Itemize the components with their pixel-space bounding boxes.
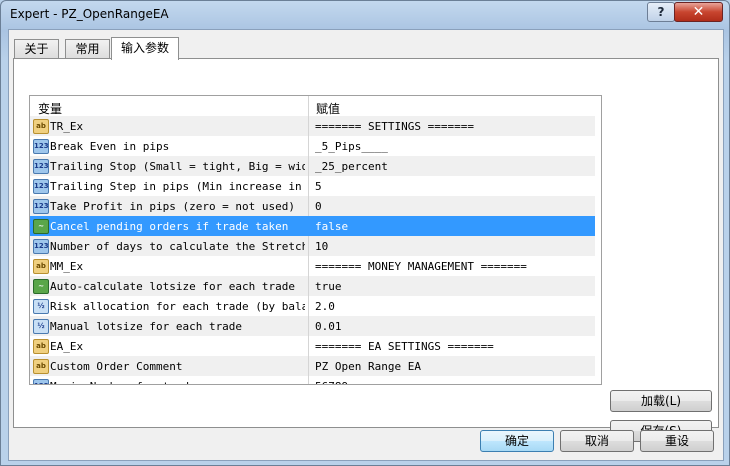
parameter-name: Auto-calculate lotsize for each trade bbox=[50, 280, 296, 293]
parameter-name: Magic Number for trades bbox=[50, 380, 305, 384]
load-button[interactable]: 加载(L) bbox=[610, 390, 712, 412]
cancel-button[interactable]: 取消 bbox=[560, 430, 634, 452]
parameter-value[interactable]: ======= SETTINGS ======= bbox=[315, 120, 474, 133]
grid-header: 变量 赋值 bbox=[30, 96, 601, 116]
ok-button[interactable]: 确定 bbox=[480, 430, 554, 452]
tab-common[interactable]: 常用 bbox=[65, 39, 110, 59]
table-row[interactable]: ab MM_Ex ======= MONEY MANAGEMENT ======= bbox=[30, 256, 595, 276]
column-separator bbox=[308, 276, 309, 296]
parameter-value[interactable]: 10 bbox=[315, 240, 328, 253]
parameter-value[interactable]: _25_percent bbox=[315, 160, 388, 173]
integer-icon: 123 bbox=[33, 179, 49, 194]
table-row[interactable]: ~ Auto-calculate lotsize for each trade tr… bbox=[30, 276, 595, 296]
double-icon: ½ bbox=[33, 299, 49, 314]
parameter-name: Take Profit in pips (zero = not used) bbox=[50, 200, 296, 213]
window-title: Expert - PZ_OpenRangeEA bbox=[10, 7, 169, 21]
parameter-name: MM_Ex bbox=[50, 260, 84, 273]
tab-about[interactable]: 关于 bbox=[14, 39, 59, 59]
parameter-value[interactable]: false bbox=[315, 220, 348, 233]
double-icon: ½ bbox=[33, 319, 49, 334]
help-button[interactable]: ? bbox=[647, 2, 675, 22]
parameter-name: Cancel pending orders if trade taken bbox=[50, 220, 289, 233]
expert-properties-window: Expert - PZ_OpenRangeEA ? ✕ 关于 常用 输入参数 变… bbox=[0, 0, 730, 466]
integer-icon: 123 bbox=[33, 139, 49, 154]
parameter-name: Trailing Step in pips (Min increase in S… bbox=[50, 180, 305, 193]
table-row[interactable]: ab TR_Ex ======= SETTINGS ======= bbox=[30, 116, 595, 136]
parameter-value[interactable]: _5_Pips____ bbox=[315, 140, 388, 153]
table-row[interactable]: ab EA_Ex ======= EA SETTINGS ======= bbox=[30, 336, 595, 356]
parameter-value[interactable]: 0 bbox=[315, 200, 322, 213]
column-separator bbox=[308, 236, 309, 256]
column-separator bbox=[308, 376, 309, 384]
boolean-icon: ~ bbox=[33, 279, 49, 294]
column-separator bbox=[308, 256, 309, 276]
title-bar[interactable]: Expert - PZ_OpenRangeEA ? ✕ bbox=[1, 1, 729, 29]
column-separator bbox=[308, 136, 309, 156]
table-row[interactable]: 123 Number of days to calculate the Stret… bbox=[30, 236, 595, 256]
string-icon: ab bbox=[33, 359, 49, 374]
parameter-value[interactable]: true bbox=[315, 280, 342, 293]
table-row[interactable]: ½ Manual lotsize for each trade 0.01 bbox=[30, 316, 595, 336]
integer-icon: 123 bbox=[33, 379, 49, 384]
boolean-icon: ~ bbox=[33, 219, 49, 234]
integer-icon: 123 bbox=[33, 199, 49, 214]
integer-icon: 123 bbox=[33, 239, 49, 254]
parameter-value[interactable]: 5 bbox=[315, 180, 322, 193]
parameter-name: Trailing Stop (Small = tight, Big = wide… bbox=[50, 160, 305, 173]
table-row[interactable]: ½ Risk allocation for each trade (by bala… bbox=[30, 296, 595, 316]
table-row[interactable]: 123 Trailing Stop (Small = tight, Big = w… bbox=[30, 156, 595, 176]
parameter-name: Number of days to calculate the Stretch bbox=[50, 240, 305, 253]
column-separator bbox=[308, 316, 309, 336]
parameters-grid[interactable]: 变量 赋值 ab TR_Ex ======= SETTINGS ======= 123… bbox=[29, 95, 602, 385]
close-button[interactable]: ✕ bbox=[674, 2, 723, 22]
table-row[interactable]: ~ Cancel pending orders if trade taken fal… bbox=[30, 216, 595, 236]
column-separator bbox=[308, 356, 309, 376]
column-separator bbox=[308, 296, 309, 316]
parameter-value[interactable]: ======= MONEY MANAGEMENT ======= bbox=[315, 260, 527, 273]
column-separator bbox=[308, 156, 309, 176]
parameter-name: Risk allocation for each trade (by bala.… bbox=[50, 300, 305, 313]
parameter-name: Break Even in pips bbox=[50, 140, 170, 153]
parameter-value[interactable]: 0.01 bbox=[315, 320, 342, 333]
column-separator bbox=[308, 116, 309, 136]
integer-icon: 123 bbox=[33, 159, 49, 174]
tab-inputs[interactable]: 输入参数 bbox=[111, 37, 179, 60]
parameter-value[interactable]: PZ Open Range EA bbox=[315, 360, 421, 373]
column-separator bbox=[308, 176, 309, 196]
column-header-value[interactable]: 赋值 bbox=[316, 100, 340, 117]
parameter-name: Custom Order Comment bbox=[50, 360, 183, 373]
string-icon: ab bbox=[33, 339, 49, 354]
reset-button[interactable]: 重设 bbox=[640, 430, 714, 452]
parameter-value[interactable]: 2.0 bbox=[315, 300, 335, 313]
parameter-name: TR_Ex bbox=[50, 120, 84, 133]
string-icon: ab bbox=[33, 259, 49, 274]
parameter-name: EA_Ex bbox=[50, 340, 84, 353]
parameter-name: Manual lotsize for each trade bbox=[50, 320, 243, 333]
table-row[interactable]: 123Magic Number for trades 56789 bbox=[30, 376, 595, 384]
dialog-body: 关于 常用 输入参数 变量 赋值 ab TR_Ex ======= SETTINGS… bbox=[8, 29, 724, 461]
string-icon: ab bbox=[33, 119, 49, 134]
parameter-value[interactable]: 56789 bbox=[315, 380, 348, 384]
table-row[interactable]: ab Custom Order Comment PZ Open Range EA bbox=[30, 356, 595, 376]
table-row[interactable]: 123 Take Profit in pips (zero = not used)… bbox=[30, 196, 595, 216]
column-separator bbox=[308, 336, 309, 356]
column-header-variable[interactable]: 变量 bbox=[38, 100, 62, 117]
table-row[interactable]: 123 Break Even in pips _5_Pips____ bbox=[30, 136, 595, 156]
inputs-tab-panel: 变量 赋值 ab TR_Ex ======= SETTINGS ======= 123… bbox=[13, 58, 719, 442]
table-row[interactable]: 123 Trailing Step in pips (Min increase i… bbox=[30, 176, 595, 196]
parameter-value[interactable]: ======= EA SETTINGS ======= bbox=[315, 340, 494, 353]
column-separator bbox=[308, 196, 309, 216]
